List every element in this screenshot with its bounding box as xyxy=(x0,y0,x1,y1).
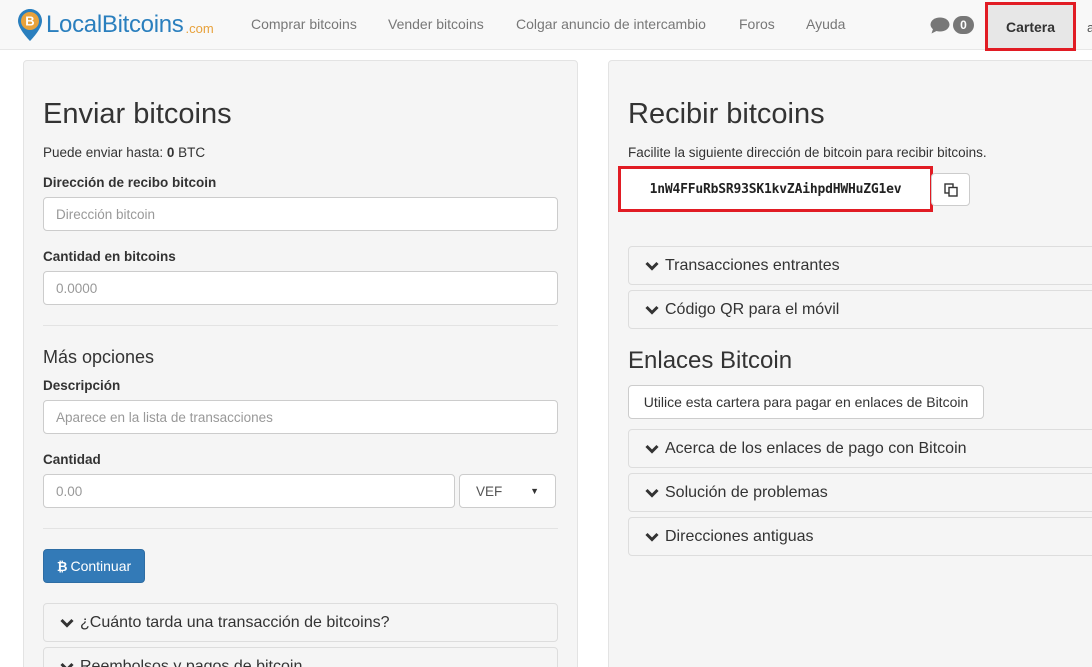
currency-selected: VEF xyxy=(476,483,503,499)
message-count-badge: 0 xyxy=(953,16,974,34)
incoming-transactions[interactable]: Transacciones entrantes xyxy=(628,246,1092,285)
chat-bubble-icon xyxy=(930,17,950,33)
chevron-down-icon xyxy=(645,444,659,454)
qr-code-section[interactable]: Código QR para el móvil xyxy=(628,290,1092,329)
faq-label: Reembolsos y pagos de bitcoin xyxy=(80,657,303,667)
site-logo[interactable]: B LocalBitcoins .com xyxy=(17,8,214,42)
send-limit-unit: BTC xyxy=(174,145,206,160)
send-limit: Puede enviar hasta: 0 BTC xyxy=(43,145,205,160)
nav-wallet[interactable]: Cartera xyxy=(985,2,1076,51)
top-navbar: B LocalBitcoins .com Comprar bitcoins Ve… xyxy=(0,0,1092,51)
faq-label: ¿Cuánto tarda una transacción de bitcoin… xyxy=(80,613,390,631)
chevron-down-icon xyxy=(645,532,659,542)
continue-label: Continuar xyxy=(70,558,132,574)
nav-help[interactable]: Ayuda xyxy=(806,16,845,32)
section-label: Código QR para el móvil xyxy=(665,300,840,318)
fiat-amount-label: Cantidad xyxy=(43,452,101,467)
use-wallet-for-links-button[interactable]: Utilice esta cartera para pagar en enlac… xyxy=(628,385,984,419)
chevron-down-icon xyxy=(645,305,659,315)
bitcoin-icon: ₿ xyxy=(56,558,68,574)
section-label: Solución de problemas xyxy=(665,483,828,501)
nav-buy-bitcoins[interactable]: Comprar bitcoins xyxy=(251,16,357,32)
address-input[interactable]: Dirección bitcoin xyxy=(43,197,558,231)
chevron-down-icon xyxy=(60,618,74,628)
old-addresses[interactable]: Direcciones antiguas xyxy=(628,517,1092,556)
chevron-down-icon xyxy=(60,662,74,667)
about-payment-links[interactable]: Acerca de los enlaces de pago con Bitcoi… xyxy=(628,429,1092,468)
fiat-amount-input[interactable]: 0.00 xyxy=(43,474,455,508)
nav-sell-bitcoins[interactable]: Vender bitcoins xyxy=(388,16,484,32)
messages-link[interactable]: 0 xyxy=(930,16,974,34)
nav-overflow-glyph: a xyxy=(1087,20,1092,35)
continue-button[interactable]: ₿ Continuar xyxy=(43,549,145,583)
nav-post-trade[interactable]: Colgar anuncio de intercambio xyxy=(516,16,706,32)
svg-text:B: B xyxy=(25,14,34,29)
send-limit-prefix: Puede enviar hasta: xyxy=(43,145,167,160)
description-label: Descripción xyxy=(43,378,121,393)
receive-instructions: Facilite la siguiente dirección de bitco… xyxy=(628,145,987,160)
section-label: Transacciones entrantes xyxy=(665,256,840,274)
receive-title: Recibir bitcoins xyxy=(628,98,825,130)
copy-icon xyxy=(943,182,958,197)
faq-refunds[interactable]: Reembolsos y pagos de bitcoin xyxy=(43,647,558,667)
bitcoin-links-title: Enlaces Bitcoin xyxy=(628,347,793,374)
faq-transaction-time[interactable]: ¿Cuánto tarda una transacción de bitcoin… xyxy=(43,603,558,642)
bitcoin-logo-icon: B xyxy=(18,9,42,41)
currency-select[interactable]: VEF ▼ xyxy=(459,474,556,508)
section-label: Acerca de los enlaces de pago con Bitcoi… xyxy=(665,439,967,457)
description-input[interactable]: Aparece en la lista de transacciones xyxy=(43,400,558,434)
chevron-down-icon xyxy=(645,488,659,498)
address-label: Dirección de recibo bitcoin xyxy=(43,175,217,190)
troubleshooting[interactable]: Solución de problemas xyxy=(628,473,1092,512)
send-title: Enviar bitcoins xyxy=(43,98,232,130)
logo-suffix: .com xyxy=(185,20,214,36)
copy-address-button[interactable] xyxy=(931,173,970,206)
divider xyxy=(43,528,558,529)
caret-down-icon: ▼ xyxy=(530,486,539,496)
more-options-title: Más opciones xyxy=(43,347,155,367)
logo-text: LocalBitcoins xyxy=(46,11,184,38)
section-label: Direcciones antiguas xyxy=(665,527,814,545)
amount-input[interactable]: 0.0000 xyxy=(43,271,558,305)
chevron-down-icon xyxy=(645,261,659,271)
nav-forums[interactable]: Foros xyxy=(739,16,775,32)
amount-label: Cantidad en bitcoins xyxy=(43,249,176,264)
receive-address[interactable]: 1nW4FFuRbSR93SK1kvZAihpdHWHuZG1ev xyxy=(618,166,933,212)
divider xyxy=(43,325,558,326)
